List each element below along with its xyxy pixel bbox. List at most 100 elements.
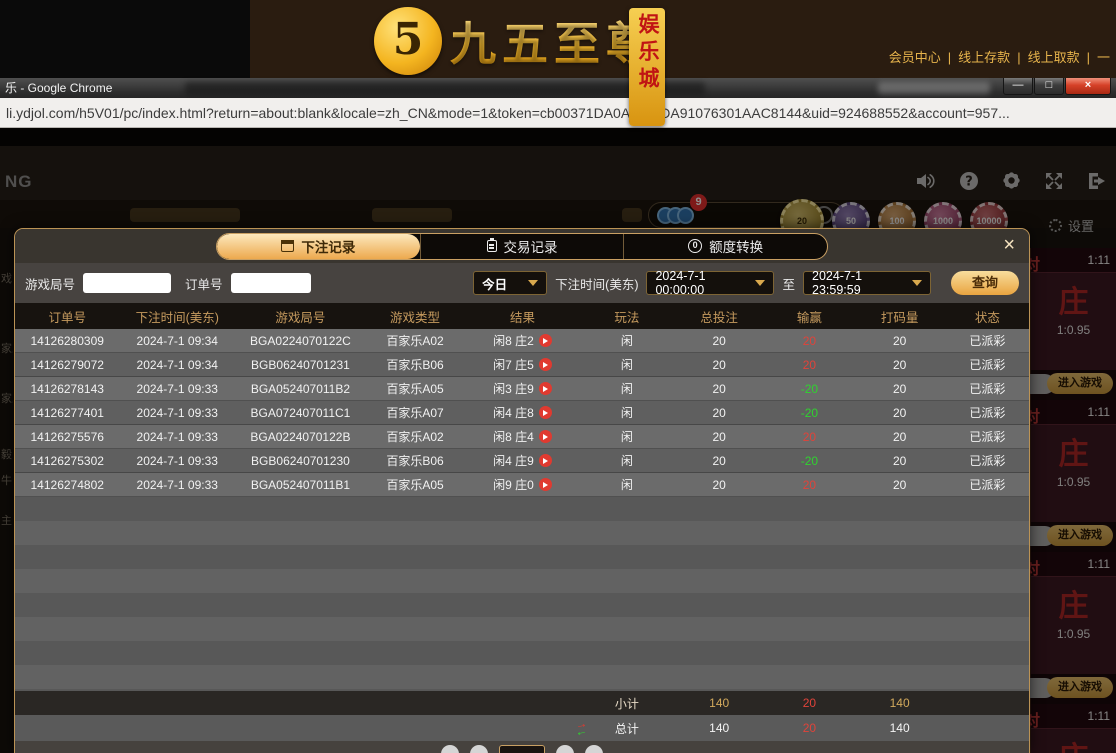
nav-online-deposit[interactable]: 线上存款 xyxy=(958,50,1010,65)
cell-bet-time: 2024-7-1 09:33 xyxy=(119,449,235,472)
cell-play: 闲 xyxy=(581,473,673,496)
game-round-input[interactable] xyxy=(83,273,171,293)
cell-status: 已派彩 xyxy=(946,425,1029,448)
cell-round-no: BGB06240701231 xyxy=(235,353,366,376)
cell-status: 已派彩 xyxy=(946,401,1029,424)
column-header: 总投注 xyxy=(673,303,765,329)
subtotal-label: 小计 xyxy=(581,691,673,715)
table-row: 14126277401 2024-7-1 09:33 BGA072407011C… xyxy=(15,401,1029,425)
table-row: 14126274802 2024-7-1 09:33 BGA052407011B… xyxy=(15,473,1029,497)
range-value: 今日 xyxy=(482,274,507,293)
window-maximize-button[interactable]: □ xyxy=(1034,78,1064,95)
tab-label: 下注记录 xyxy=(301,236,355,256)
total-row: →← 总计 140 20 140 xyxy=(15,715,1029,741)
column-header: 订单号 xyxy=(15,303,119,329)
cell-play: 闲 xyxy=(581,329,673,352)
cell-result: 闲8 庄2 xyxy=(464,329,581,352)
first-page-button[interactable] xyxy=(441,745,459,753)
date-to-select[interactable]: 2024-7-1 23:59:59 xyxy=(803,271,931,295)
table-header-row: 订单号下注时间(美东)游戏局号游戏类型结果玩法总投注输赢打码量状态 xyxy=(15,303,1029,329)
calendar-icon xyxy=(281,240,294,252)
modal-tab-bar: 下注记录 交易记录 0 额度转换 × xyxy=(15,229,1029,263)
order-no-input[interactable] xyxy=(231,273,311,293)
nav-cut-link[interactable]: 一 xyxy=(1097,50,1110,65)
cell-turnover: 20 xyxy=(854,425,946,448)
window-close-button[interactable]: × xyxy=(1065,78,1111,95)
tab-label: 额度转换 xyxy=(709,236,763,256)
cell-round-no: BGA0224070122C xyxy=(235,329,366,352)
cell-turnover: 20 xyxy=(854,473,946,496)
cell-status: 已派彩 xyxy=(946,473,1029,496)
table-row: 14126278143 2024-7-1 09:33 BGA052407011B… xyxy=(15,377,1029,401)
nav-member-center[interactable]: 会员中心 xyxy=(889,50,941,65)
play-icon[interactable] xyxy=(539,406,552,419)
cell-status: 已派彩 xyxy=(946,377,1029,400)
cell-win-loss: 20 xyxy=(765,473,853,496)
refresh-icon[interactable]: →← xyxy=(575,720,591,736)
column-header: 玩法 xyxy=(581,303,673,329)
nav-online-withdraw[interactable]: 线上取款 xyxy=(1028,50,1080,65)
cell-result: 闲4 庄8 xyxy=(464,401,581,424)
search-button[interactable]: 查询 xyxy=(951,271,1019,295)
date-from-value: 2024-7-1 00:00:00 xyxy=(655,269,747,297)
nav-separator: | xyxy=(1017,50,1020,65)
play-icon[interactable] xyxy=(539,334,552,347)
column-header: 结果 xyxy=(464,303,581,329)
cell-total-bet: 20 xyxy=(673,401,765,424)
screenshot-root: 5 九五至尊 娱乐城 会员中心|线上存款|线上取款|一 乐 - Google C… xyxy=(0,0,1116,753)
total-total-bet: 140 xyxy=(673,715,765,741)
tab-quota-transfer[interactable]: 0 额度转换 xyxy=(623,234,827,259)
result-text: 闲4 庄8 xyxy=(493,404,534,421)
cell-turnover: 20 xyxy=(854,377,946,400)
column-header: 下注时间(美东) xyxy=(119,303,235,329)
page-number-input[interactable] xyxy=(499,745,545,753)
bet-records-modal: 下注记录 交易记录 0 额度转换 × 游戏局号 订单号 xyxy=(14,228,1030,753)
cell-turnover: 20 xyxy=(854,449,946,472)
play-icon[interactable] xyxy=(539,478,552,491)
browser-titlebar[interactable]: 乐 - Google Chrome — □ × xyxy=(0,78,1116,98)
result-text: 闲8 庄4 xyxy=(493,428,534,445)
window-minimize-button[interactable]: — xyxy=(1003,78,1033,95)
cell-total-bet: 20 xyxy=(673,329,765,352)
site-header: 5 九五至尊 娱乐城 会员中心|线上存款|线上取款|一 xyxy=(0,0,1116,78)
next-page-button[interactable] xyxy=(556,745,574,753)
cell-bet-time: 2024-7-1 09:34 xyxy=(119,353,235,376)
browser-urlbar[interactable]: li.ydjol.com/h5V01/pc/index.html?return=… xyxy=(0,98,1116,128)
total-turnover: 140 xyxy=(854,715,946,741)
date-to-value: 2024-7-1 23:59:59 xyxy=(812,269,904,297)
cell-game-type: 百家乐A07 xyxy=(366,401,464,424)
table-row: 14126275576 2024-7-1 09:33 BGA0224070122… xyxy=(15,425,1029,449)
play-icon[interactable] xyxy=(539,430,552,443)
logo-badge-text: 娱乐城 xyxy=(632,13,662,126)
close-icon[interactable]: × xyxy=(1003,234,1015,256)
result-text: 闲4 庄9 xyxy=(493,452,534,469)
window-title: 乐 - Google Chrome xyxy=(5,78,112,98)
date-range-select[interactable]: 今日 xyxy=(473,271,547,295)
prev-page-button[interactable] xyxy=(470,745,488,753)
cell-status: 已派彩 xyxy=(946,353,1029,376)
table-row: 14126275302 2024-7-1 09:33 BGB0624070123… xyxy=(15,449,1029,473)
cell-bet-time: 2024-7-1 09:33 xyxy=(119,401,235,424)
subtotal-row: 小计 140 20 140 xyxy=(15,691,1029,715)
tab-label: 交易记录 xyxy=(504,236,558,256)
table-body: 14126280309 2024-7-1 09:34 BGA0224070122… xyxy=(15,329,1029,497)
table-row: 14126279072 2024-7-1 09:34 BGB0624070123… xyxy=(15,353,1029,377)
last-page-button[interactable] xyxy=(585,745,603,753)
column-header: 输赢 xyxy=(765,303,853,329)
to-label: 至 xyxy=(782,274,795,293)
play-icon[interactable] xyxy=(539,358,552,371)
cell-order-no: 14126277401 xyxy=(15,401,119,424)
date-from-select[interactable]: 2024-7-1 00:00:00 xyxy=(646,271,774,295)
play-icon[interactable] xyxy=(539,454,552,467)
result-text: 闲7 庄5 xyxy=(493,356,534,373)
cell-round-no: BGA052407011B1 xyxy=(235,473,366,496)
play-icon[interactable] xyxy=(539,382,552,395)
result-text: 闲8 庄2 xyxy=(493,332,534,349)
empty-rows-area xyxy=(15,497,1029,691)
tab-transaction-records[interactable]: 交易记录 xyxy=(420,234,624,259)
total-label: 总计 xyxy=(581,715,673,741)
cell-turnover: 20 xyxy=(854,353,946,376)
cell-total-bet: 20 xyxy=(673,473,765,496)
tab-bet-records[interactable]: 下注记录 xyxy=(217,234,420,259)
cell-result: 闲8 庄4 xyxy=(464,425,581,448)
